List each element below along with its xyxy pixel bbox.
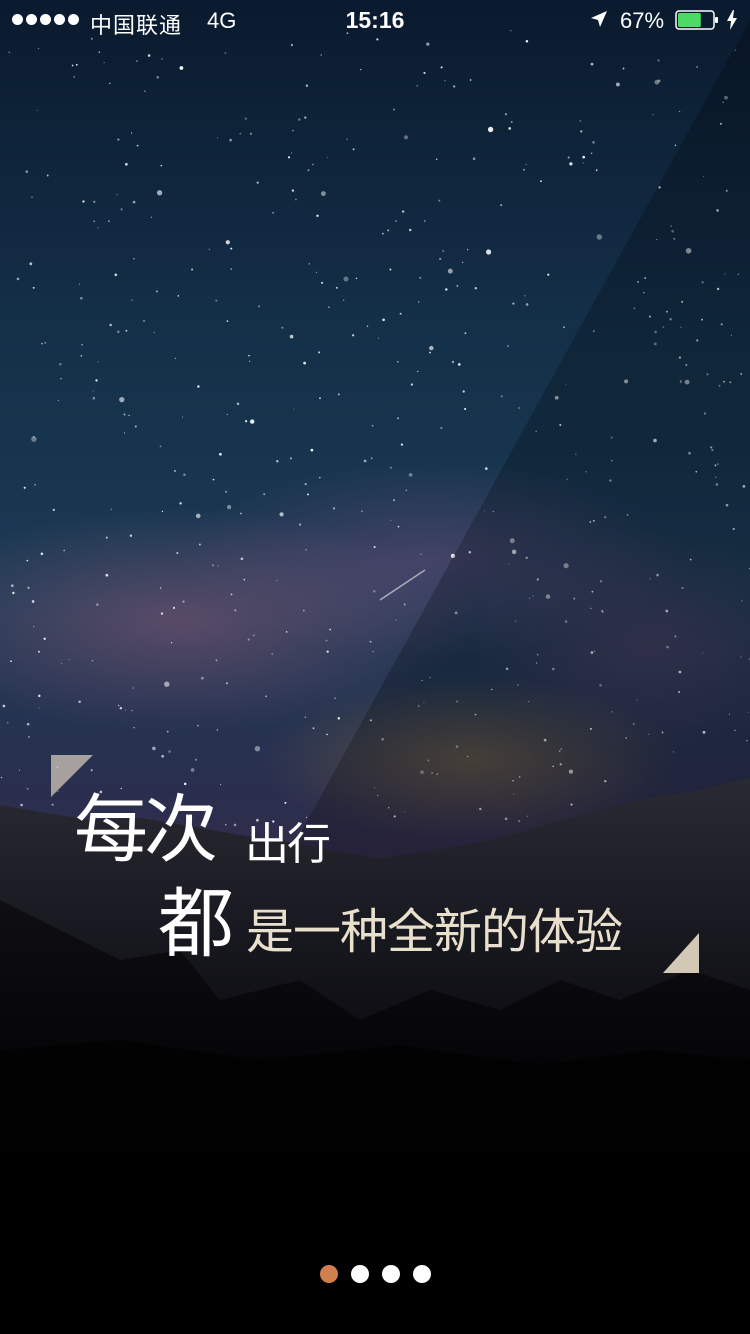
status-bar: 中国联通 4G 15:16 67% (0, 0, 750, 40)
battery-icon (675, 10, 718, 30)
slogan-line1-small: 出行 (245, 819, 331, 870)
slogan-line2-large: 都 (158, 879, 234, 968)
battery-percent: 67% (620, 8, 665, 33)
page-dot-2[interactable] (350, 1265, 369, 1283)
page-dot-3[interactable] (381, 1265, 400, 1283)
corner-triangle-bottom-right (663, 933, 699, 973)
slogan-line1-large: 每次 (74, 787, 218, 873)
slogan-line2-small: 是一种全新的体验 (246, 904, 623, 960)
mountain-silhouette (0, 778, 750, 1334)
splash-screen[interactable]: 中国联通 4G 15:16 67% 每次 出行 都 是一种全新的体验 (0, 0, 750, 1334)
location-arrow-icon (591, 11, 607, 27)
charging-bolt-icon (727, 10, 737, 30)
page-dot-4[interactable] (412, 1265, 431, 1283)
page-dot-1[interactable] (319, 1265, 338, 1283)
page-indicator (0, 1265, 750, 1283)
